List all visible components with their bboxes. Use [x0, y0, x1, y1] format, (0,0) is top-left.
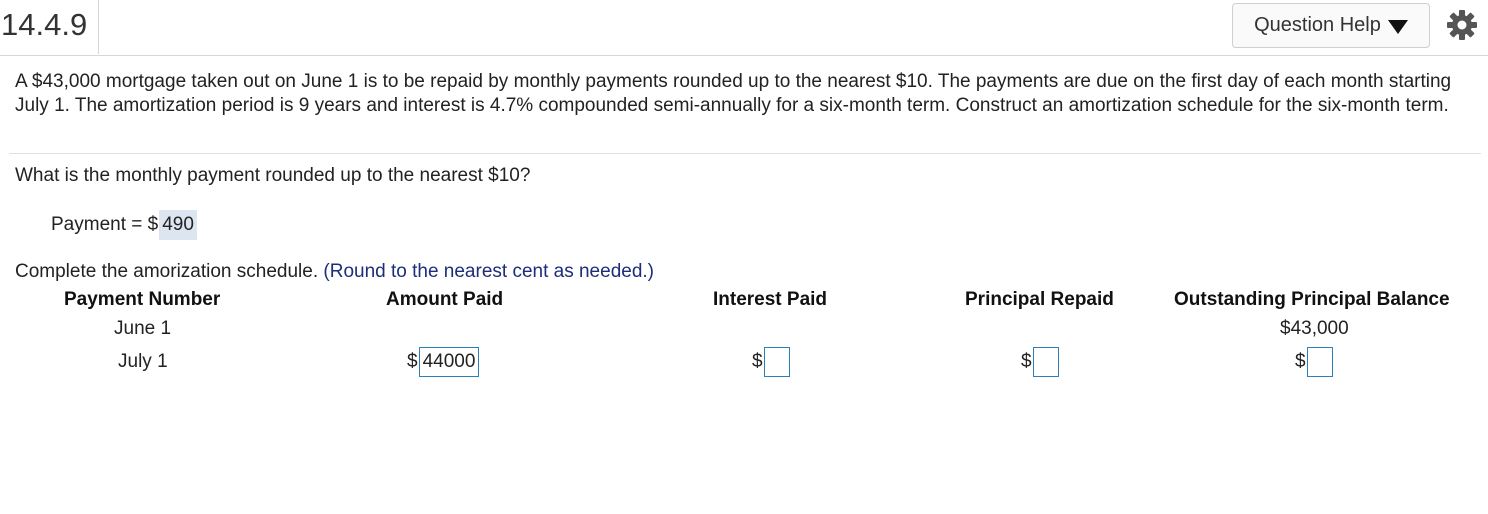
question-number: 14.4.9	[0, 0, 99, 54]
divider	[9, 153, 1481, 154]
column-header-outstanding-balance: Outstanding Principal Balance	[1174, 289, 1450, 310]
gear-icon[interactable]	[1446, 9, 1478, 41]
payment-question: What is the monthly payment rounded up t…	[15, 165, 531, 186]
question-help-button[interactable]: Question Help	[1232, 3, 1430, 48]
column-header-principal-repaid: Principal Repaid	[965, 289, 1114, 310]
payment-label: Payment = $	[51, 214, 159, 235]
column-header-payment-number: Payment Number	[64, 289, 221, 310]
outstanding-balance-input[interactable]	[1306, 347, 1333, 377]
payment-answer[interactable]: 490	[159, 210, 197, 240]
amount-paid-input[interactable]: 44000	[418, 347, 480, 377]
rounding-hint: (Round to the nearest cent as needed.)	[323, 261, 654, 282]
currency-symbol: $	[1295, 351, 1306, 372]
schedule-instruction: Complete the amorization schedule. (Roun…	[15, 261, 654, 283]
interest-paid-input[interactable]	[763, 347, 790, 377]
row-june-payment-number: June 1	[114, 318, 172, 339]
row-june-outstanding-balance: $43,000	[1280, 318, 1349, 339]
row-july-principal-repaid-cell: $	[1021, 347, 1059, 377]
question-help-label: Question Help	[1254, 14, 1381, 36]
instruction-text: Complete the amorization schedule.	[15, 261, 319, 282]
row-july-outstanding-balance-cell: $	[1295, 347, 1333, 377]
row-july-amount-paid-cell: $ 44000	[407, 347, 480, 377]
triangle-down-icon	[1387, 19, 1408, 34]
row-july-interest-paid-cell: $	[752, 347, 790, 377]
payment-answer-row: Payment = $ 490	[51, 210, 197, 240]
problem-statement: A $43,000 mortgage taken out on June 1 i…	[15, 71, 1452, 116]
row-july-payment-number: July 1	[118, 351, 168, 372]
column-header-amount-paid: Amount Paid	[386, 289, 504, 310]
principal-repaid-input[interactable]	[1032, 347, 1059, 377]
currency-symbol: $	[1021, 351, 1032, 372]
currency-symbol: $	[407, 351, 418, 372]
currency-symbol: $	[752, 351, 763, 372]
question-header: 14.4.9 Question Help	[0, 0, 1488, 56]
column-header-interest-paid: Interest Paid	[713, 289, 828, 310]
